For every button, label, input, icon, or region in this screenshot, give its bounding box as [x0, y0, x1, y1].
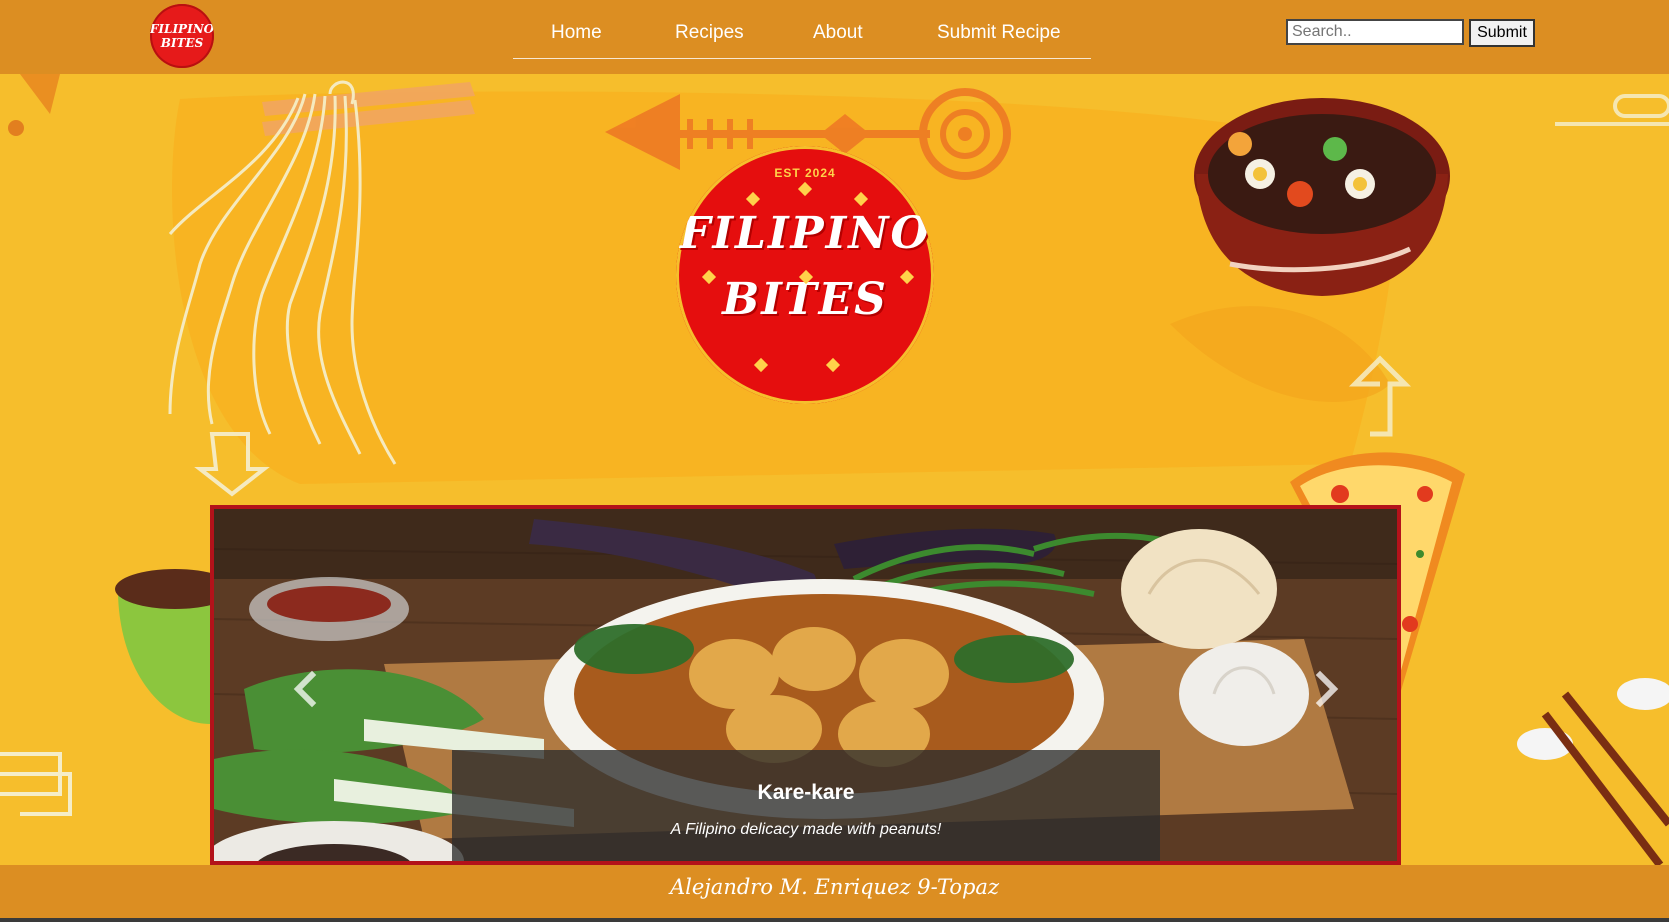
header-logo-line1: FILIPINO [150, 22, 214, 36]
carousel-prev-control[interactable] [286, 669, 326, 709]
footer-credit: Alejandro M. Enriquez 9-Topaz [669, 875, 1000, 899]
bottom-divider [0, 918, 1669, 922]
chevron-right-icon [1315, 670, 1339, 708]
nav-submit-recipe-link[interactable]: Submit Recipe [937, 22, 1061, 44]
hero-logo: EST 2024 FILIPINO BITES [676, 146, 934, 404]
carousel-caption: Kare-kare A Filipino delicacy made with … [452, 750, 1160, 861]
main-navigation: Home Recipes About Submit Recipe [513, 0, 1091, 59]
nav-home-link[interactable]: Home [551, 22, 602, 44]
carousel-next-control[interactable] [1306, 669, 1346, 709]
header-logo-line2: BITES [160, 36, 204, 50]
nav-about-link[interactable]: About [813, 22, 863, 44]
recipe-carousel[interactable]: Kare-kare A Filipino delicacy made with … [210, 505, 1401, 865]
top-header: FILIPINO BITES Home Recipes About Submit… [0, 0, 1669, 74]
nav-recipes-link[interactable]: Recipes [675, 22, 744, 44]
carousel-caption-title: Kare-kare [757, 781, 855, 804]
carousel-caption-text: A Filipino delicacy made with peanuts! [670, 821, 942, 838]
search-input[interactable] [1286, 19, 1464, 45]
search-submit-button[interactable]: Submit [1469, 19, 1535, 47]
page-footer: Alejandro M. Enriquez 9-Topaz [0, 865, 1669, 918]
logo-sparkles [701, 181, 915, 373]
chevron-left-icon [293, 670, 317, 708]
header-logo[interactable]: FILIPINO BITES [150, 4, 214, 68]
